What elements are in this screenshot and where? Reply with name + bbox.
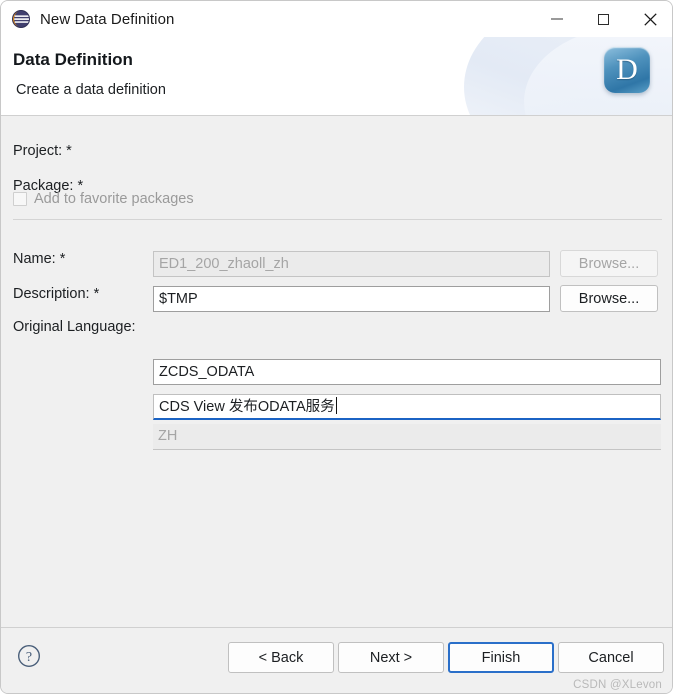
back-button[interactable]: < Back <box>228 642 334 673</box>
eclipse-icon <box>11 9 31 29</box>
logo-letter: D <box>616 52 638 86</box>
finish-button[interactable]: Finish <box>448 642 554 673</box>
description-label: Description: * <box>13 286 100 302</box>
next-button[interactable]: Next > <box>338 642 444 673</box>
section-divider <box>13 219 662 220</box>
description-row: Description: * <box>13 281 99 307</box>
window-title: New Data Definition <box>40 10 175 28</box>
page-subtitle: Create a data definition <box>16 82 166 98</box>
favorite-packages-label: Add to favorite packages <box>34 191 194 207</box>
favorite-packages-checkbox <box>13 192 27 206</box>
cancel-button[interactable]: Cancel <box>558 642 664 673</box>
name-label: Name: * <box>13 251 66 267</box>
favorite-packages-checkbox-row[interactable]: Add to favorite packages <box>13 191 194 207</box>
package-browse-button[interactable]: Browse... <box>560 285 658 312</box>
svg-text:?: ? <box>26 650 32 665</box>
project-label: Project: * <box>13 143 72 159</box>
new-data-definition-dialog: New Data Definition Data Definition Crea… <box>0 0 673 694</box>
wizard-buttons: < Back Next > Finish Cancel <box>228 642 664 673</box>
form-content: Project: * ED1_200_zhaoll_zh Browse... P… <box>1 116 672 693</box>
title-bar: New Data Definition <box>1 1 672 37</box>
data-definition-logo-icon: D <box>604 47 650 93</box>
watermark: CSDN @XLevon <box>573 679 662 691</box>
page-title: Data Definition <box>13 50 133 69</box>
maximize-button[interactable] <box>580 1 627 37</box>
name-row: Name: * <box>13 246 65 272</box>
project-input: ED1_200_zhaoll_zh <box>153 251 550 277</box>
close-icon <box>644 12 657 26</box>
original-language-input: ZH <box>153 424 661 450</box>
minimize-button[interactable] <box>533 1 580 37</box>
name-input[interactable]: ZCDS_ODATA <box>153 359 661 385</box>
project-row: Project: * <box>13 138 72 164</box>
help-icon[interactable]: ? <box>17 644 41 668</box>
header-banner: Data Definition Create a data definition… <box>1 37 672 116</box>
original-language-row: Original Language: <box>13 314 136 340</box>
description-value: CDS View 发布ODATA服务 <box>159 399 335 415</box>
description-input[interactable]: CDS View 发布ODATA服务 <box>153 394 661 420</box>
original-language-label: Original Language: <box>13 319 136 335</box>
project-browse-button: Browse... <box>560 250 658 277</box>
text-caret <box>335 397 337 414</box>
dialog-button-bar: ? < Back Next > Finish Cancel CSDN @XLev… <box>1 627 672 693</box>
package-input[interactable]: $TMP <box>153 286 550 312</box>
window-controls <box>533 1 672 37</box>
close-button[interactable] <box>627 1 672 37</box>
